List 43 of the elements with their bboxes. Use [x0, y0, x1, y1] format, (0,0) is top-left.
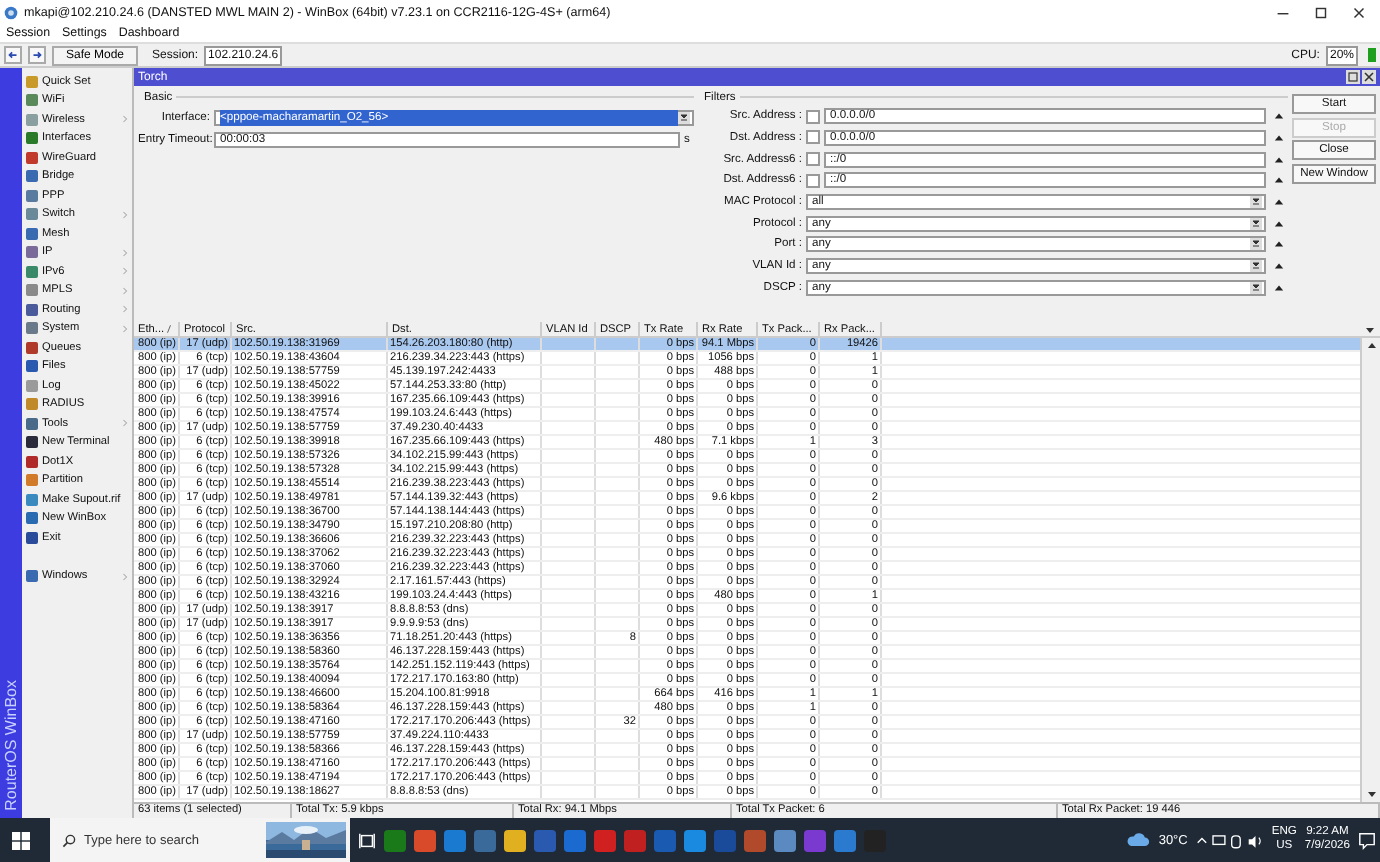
cpu-meter-icon	[1368, 48, 1376, 62]
checkbox[interactable]	[806, 173, 820, 188]
scrollbar[interactable]	[1360, 338, 1380, 802]
collapse-arrow-icon[interactable]	[1274, 133, 1284, 142]
app-icon[interactable]	[444, 829, 466, 851]
close-icon[interactable]	[1350, 3, 1368, 21]
collapse-arrow-icon[interactable]	[1274, 197, 1284, 206]
checkbox[interactable]	[806, 130, 820, 145]
search-icon	[62, 833, 76, 847]
brand-text: RouterOS WinBox	[2, 679, 20, 810]
task-view-icon[interactable]	[358, 831, 376, 849]
checkbox[interactable]	[806, 109, 820, 124]
close-icon[interactable]	[1362, 70, 1376, 84]
redo-button[interactable]	[28, 46, 46, 64]
app-icon[interactable]	[774, 829, 796, 851]
dropdown-icon	[1250, 195, 1262, 208]
collapse-arrow-icon[interactable]	[1274, 283, 1284, 292]
maximize-icon[interactable]	[1312, 3, 1330, 21]
app-icon[interactable]	[834, 829, 856, 851]
collapse-arrow-icon[interactable]	[1274, 155, 1284, 164]
checkbox[interactable]	[806, 152, 820, 167]
windows-start-icon[interactable]	[12, 831, 30, 849]
dropdown-icon	[1250, 217, 1262, 230]
dropdown-icon	[1250, 281, 1262, 294]
collapse-arrow-icon[interactable]	[1274, 240, 1284, 249]
undo-button[interactable]	[4, 46, 22, 64]
dropdown-icon	[678, 111, 690, 123]
restore-icon[interactable]	[1346, 70, 1360, 84]
tray-icons-drawing[interactable]	[1195, 831, 1264, 849]
app-icon[interactable]	[684, 829, 706, 851]
sort-icon	[166, 324, 173, 334]
app-logo-icon	[4, 5, 18, 19]
dropdown-icon	[1250, 260, 1262, 272]
collapse-arrow-icon[interactable]	[1274, 262, 1284, 270]
cloud-icon	[1126, 832, 1151, 848]
app-icon[interactable]	[504, 829, 526, 851]
menu-item-icon	[26, 570, 38, 583]
dropdown-icon	[1250, 238, 1262, 251]
collapse-arrow-icon[interactable]	[1274, 219, 1284, 228]
collapse-arrow-icon[interactable]	[1274, 112, 1284, 121]
collapse-arrow-icon[interactable]	[1274, 176, 1284, 185]
notification-icon[interactable]	[1358, 831, 1376, 849]
app-icon[interactable]	[414, 829, 436, 851]
